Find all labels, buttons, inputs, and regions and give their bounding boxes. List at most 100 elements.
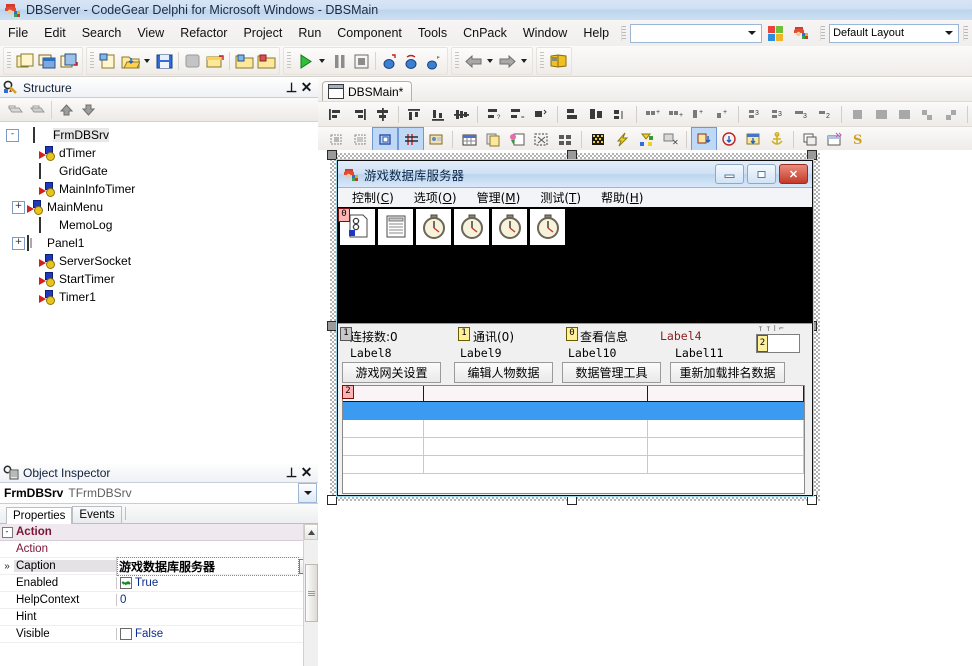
show-selection-icon[interactable] <box>372 127 398 151</box>
size-to-grid-icon[interactable] <box>608 103 631 125</box>
grid-snap-3-icon[interactable]: + <box>688 103 711 125</box>
clock-icon[interactable] <box>416 209 451 245</box>
label-label4[interactable]: Label4 <box>660 329 702 343</box>
maximize-button[interactable] <box>747 164 776 184</box>
tab-order-4-icon[interactable]: 2 <box>814 103 837 125</box>
move-down-icon[interactable] <box>77 100 99 120</box>
tree-node-dtimer[interactable]: dTimer <box>6 144 318 162</box>
resize-handle-top-center[interactable] <box>567 150 577 160</box>
save-icon[interactable] <box>153 50 175 72</box>
property-row-enabled[interactable]: Enabled True <box>0 575 318 592</box>
checkbox-checked-icon[interactable] <box>120 577 132 589</box>
run-to-cursor-icon[interactable] <box>423 50 445 72</box>
group-grip[interactable] <box>540 52 544 70</box>
remove-component-icon[interactable]: ✕ <box>658 128 682 150</box>
tab-dbsmain[interactable]: DBSMain* <box>322 81 413 101</box>
edit-box[interactable]: 2 <box>756 334 800 353</box>
minimize-button[interactable] <box>715 164 744 184</box>
clock-icon[interactable] <box>530 209 565 245</box>
grid-snap-1-icon[interactable]: + <box>641 103 664 125</box>
group-grip[interactable] <box>90 52 94 70</box>
align-palette-icon[interactable] <box>424 128 448 150</box>
tree-node-mainmenu[interactable]: + MainMenu <box>6 198 318 216</box>
run-dropdown-icon[interactable] <box>319 59 325 63</box>
property-row-action[interactable]: Action <box>0 541 318 558</box>
tab-order-1-icon[interactable]: 3 <box>743 103 766 125</box>
menu-search[interactable]: Search <box>74 23 130 43</box>
label-connections[interactable]: 连接数:0 <box>350 328 398 345</box>
save-all-icon[interactable] <box>182 50 204 72</box>
make-same-height-icon[interactable] <box>585 103 608 125</box>
help-icon[interactable] <box>547 50 569 72</box>
property-value-editor[interactable]: 游戏数据库服务器 ... <box>116 556 318 576</box>
view-as-table-icon[interactable] <box>457 128 481 150</box>
menu-component[interactable]: Component <box>329 23 410 43</box>
tree-node-serversocket[interactable]: ServerSocket <box>6 252 318 270</box>
back-icon[interactable] <box>462 50 484 72</box>
property-value[interactable]: True <box>116 577 318 589</box>
menu-project[interactable]: Project <box>235 23 290 43</box>
expander-icon[interactable]: + <box>12 236 25 250</box>
label-view-info[interactable]: 查看信息 <box>580 328 628 345</box>
label-label10[interactable]: Label10 <box>568 346 616 360</box>
align-bottom-icon[interactable] <box>427 103 450 125</box>
collapse-all-icon[interactable] <box>4 100 26 120</box>
step-over-icon[interactable] <box>401 50 423 72</box>
resize-handle-bottom-center[interactable] <box>567 495 577 505</box>
grid-row[interactable] <box>343 474 804 491</box>
expander-icon[interactable]: - <box>6 128 19 142</box>
tree-node-gridgate[interactable]: GridGate <box>6 162 318 180</box>
align-left-icon[interactable] <box>324 103 347 125</box>
tab-order-3-icon[interactable]: 3 <box>790 103 813 125</box>
new-icon[interactable] <box>97 50 119 72</box>
scroll-up-button[interactable] <box>304 524 318 540</box>
close-button[interactable]: ✕ <box>779 164 808 184</box>
menu-view[interactable]: View <box>129 23 172 43</box>
send-to-back-icon[interactable] <box>940 103 963 125</box>
align-center-vertical-icon[interactable] <box>450 103 473 125</box>
group-grip[interactable] <box>7 52 11 70</box>
layout-toolbar-grip[interactable] <box>820 25 826 41</box>
align-dock-top-icon[interactable] <box>741 128 765 150</box>
clock-icon[interactable] <box>492 209 527 245</box>
toolbar-grip[interactable] <box>621 25 627 41</box>
design-form-window[interactable]: 游戏数据库服务器 ✕ 控制(C) 选项(O) 管理(M) 测试(T) 帮助(H)… <box>336 159 814 497</box>
menu-window[interactable]: Window <box>515 23 575 43</box>
component-list-icon[interactable] <box>553 128 577 150</box>
grid-row-selected[interactable] <box>343 402 804 420</box>
snap-to-grid-icon[interactable] <box>348 128 372 150</box>
resize-handle-middle-left[interactable] <box>327 321 337 331</box>
search-combo[interactable] <box>630 23 763 43</box>
group-grip[interactable] <box>287 52 291 70</box>
resize-handle-bottom-right[interactable] <box>807 495 817 505</box>
list-icon[interactable] <box>378 209 413 245</box>
run-icon[interactable] <box>294 50 316 72</box>
center-in-window-icon[interactable] <box>529 103 552 125</box>
tab-properties[interactable]: Properties <box>6 507 73 524</box>
align-right-icon[interactable] <box>347 103 370 125</box>
button-edit-character-data[interactable]: 编辑人物数据 <box>454 362 553 383</box>
align-top-icon[interactable] <box>403 103 426 125</box>
forward-icon[interactable] <box>496 50 518 72</box>
close-icon[interactable]: ✕ <box>299 79 314 95</box>
menu-refactor[interactable]: Refactor <box>172 23 235 43</box>
lightning-icon[interactable] <box>610 128 634 150</box>
align-center-horizontal-icon[interactable] <box>371 103 394 125</box>
tree-node-memolog[interactable]: MemoLog <box>6 216 318 234</box>
new-form-icon[interactable] <box>14 50 36 72</box>
remove-file-icon[interactable] <box>255 50 277 72</box>
toggle-form-unit-icon[interactable] <box>58 50 80 72</box>
lock-controls-icon[interactable] <box>324 128 348 150</box>
form-menu-test[interactable]: 测试(T) <box>530 188 591 207</box>
layout-combo[interactable]: Default Layout <box>829 23 960 43</box>
copy-form-icon[interactable] <box>481 128 505 150</box>
align-to-grid-block-2-icon[interactable] <box>869 103 892 125</box>
group-grip[interactable] <box>455 52 459 70</box>
tree-node-frmdbsrv[interactable]: - FrmDBSrv <box>6 126 318 144</box>
align-dock-center-icon[interactable] <box>717 128 741 150</box>
resize-handle-bottom-left[interactable] <box>327 495 337 505</box>
clock-icon[interactable] <box>454 209 489 245</box>
select-region-icon[interactable] <box>529 128 553 150</box>
menu-file[interactable]: File <box>0 23 36 43</box>
space-equally-vertical-icon[interactable]: = <box>506 103 529 125</box>
